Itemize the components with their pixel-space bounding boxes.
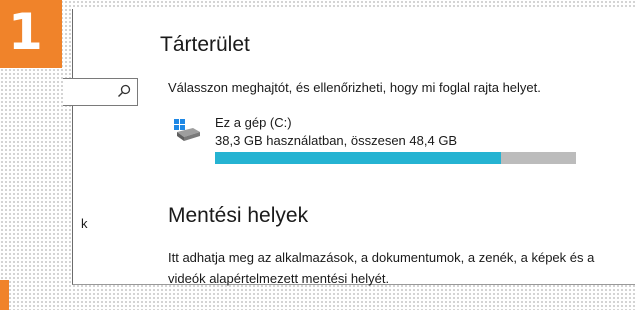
drive-item[interactable]: Ez a gép (C:) 38,3 GB használatban, össz… xyxy=(173,112,593,172)
orange-accent-strip xyxy=(0,280,9,310)
storage-description: Válasszon meghajtót, és ellenőrizheti, h… xyxy=(168,80,541,95)
storage-usage-bar xyxy=(215,152,576,164)
storage-heading: Tárterület xyxy=(160,33,250,56)
drive-name: Ez a gép (C:) xyxy=(215,115,292,130)
storage-usage-fill xyxy=(215,152,501,164)
settings-window: k Tárterület Válasszon meghajtót, és ell… xyxy=(63,9,635,286)
step-number-badge: 1 xyxy=(0,0,62,68)
step-number: 1 xyxy=(8,3,43,61)
nav-item-fragment[interactable]: k xyxy=(81,216,88,231)
drive-usage-text: 38,3 GB használatban, összesen 48,4 GB xyxy=(215,133,458,148)
search-input[interactable] xyxy=(63,78,138,106)
save-locations-description: Itt adhatja meg az alkalmazások, a dokum… xyxy=(168,250,595,286)
search-icon[interactable] xyxy=(117,84,131,98)
save-locations-heading: Mentési helyek xyxy=(168,204,309,227)
drive-icon xyxy=(174,119,200,141)
